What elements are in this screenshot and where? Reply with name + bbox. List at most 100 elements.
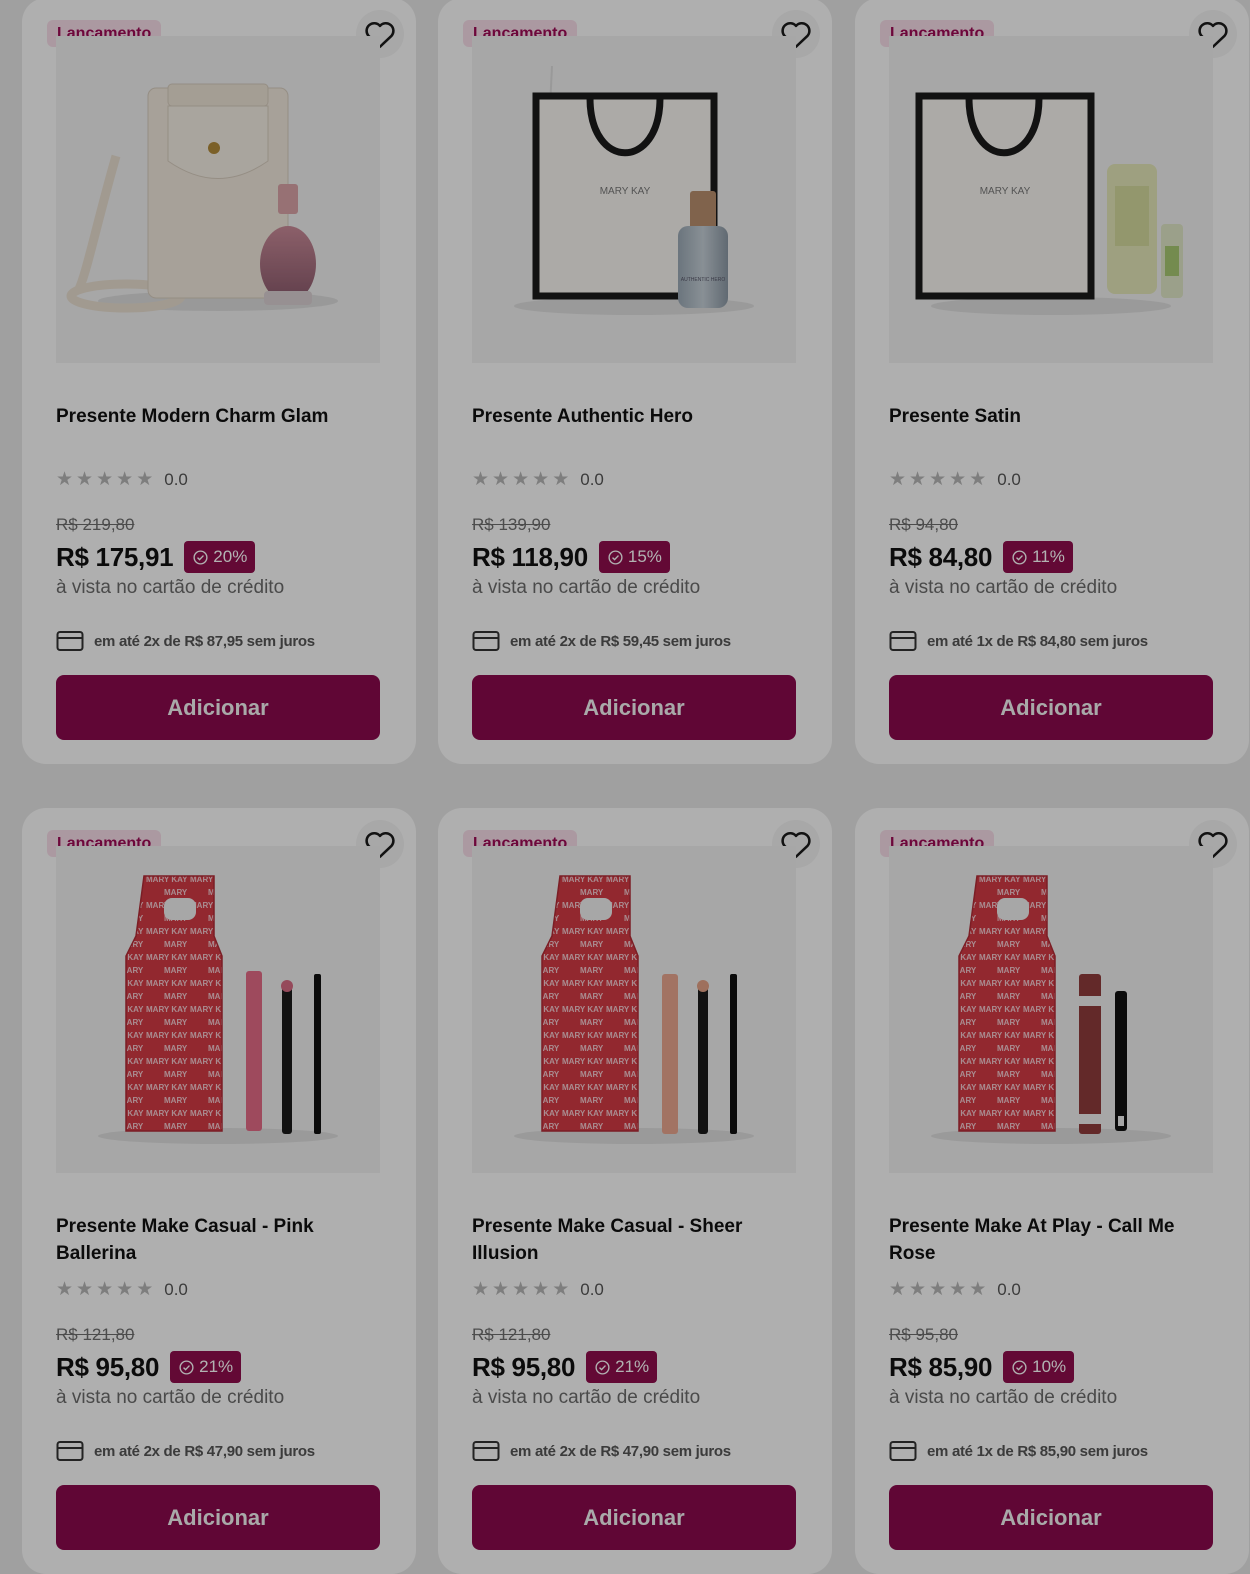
product-image[interactable] xyxy=(472,846,796,1173)
product-name[interactable]: Presente Authentic Hero xyxy=(472,403,792,430)
add-to-cart-button[interactable]: Adicionar xyxy=(56,675,380,740)
product-card[interactable]: Lançamento Presente Make Casual - Pink B… xyxy=(22,808,416,1574)
star-icon: ★ xyxy=(929,1279,947,1300)
current-price: R$ 84,80 xyxy=(889,541,993,572)
current-price: R$ 95,80 xyxy=(56,1351,160,1382)
add-to-cart-button[interactable]: Adicionar xyxy=(472,675,796,740)
payment-note: à vista no cartão de crédito xyxy=(889,577,1118,598)
star-icon: ★ xyxy=(532,1279,550,1300)
credit-card-icon xyxy=(56,631,84,651)
star-icon: ★ xyxy=(472,1279,490,1300)
product-image[interactable] xyxy=(889,846,1213,1173)
price-line: R$ 175,91 20% xyxy=(56,541,256,573)
credit-card-icon xyxy=(889,631,917,651)
discount-seal-icon xyxy=(1012,549,1027,565)
installment-text: em até 2x de R$ 59,45 sem juros xyxy=(510,632,731,650)
product-name[interactable]: Presente Make Casual - Pink Ballerina xyxy=(56,1213,376,1267)
product-rating: ★ ★ ★ ★ ★ 0.0 xyxy=(56,1280,188,1300)
installment-text: em até 2x de R$ 87,95 sem juros xyxy=(94,632,315,650)
product-image[interactable]: MARY KAY xyxy=(889,36,1213,363)
svg-text:AUTHENTIC HERO: AUTHENTIC HERO xyxy=(681,277,726,283)
star-icon: ★ xyxy=(512,1279,530,1300)
star-icon: ★ xyxy=(552,469,570,490)
payment-note: à vista no cartão de crédito xyxy=(56,577,285,598)
add-to-cart-button[interactable]: Adicionar xyxy=(56,1485,380,1550)
old-price: R$ 94,80 xyxy=(889,515,958,534)
add-to-cart-button[interactable]: Adicionar xyxy=(889,1485,1213,1550)
product-card[interactable]: Lançamento MARY KAY Presente Satin ★ ★ ★… xyxy=(855,0,1249,764)
star-icon: ★ xyxy=(889,469,907,490)
discount-value: 20% xyxy=(213,547,248,566)
old-price: R$ 95,80 xyxy=(889,1325,958,1344)
old-price: R$ 139,90 xyxy=(472,515,551,534)
product-card[interactable]: Lançamento MARY KAY AUTHENTIC HERO Prese… xyxy=(438,0,832,764)
star-icon: ★ xyxy=(969,1279,987,1300)
product-image[interactable] xyxy=(56,846,380,1173)
product-name[interactable]: Presente Satin xyxy=(889,403,1209,430)
discount-value: 10% xyxy=(1032,1357,1067,1376)
product-card[interactable]: Lançamento Presente Modern Charm Glam ★ xyxy=(22,0,416,764)
product-name[interactable]: Presente Modern Charm Glam xyxy=(56,403,376,430)
add-to-cart-button[interactable]: Adicionar xyxy=(472,1485,796,1550)
discount-value: 21% xyxy=(615,1357,650,1376)
discount-seal-icon xyxy=(1012,1359,1027,1375)
old-price: R$ 219,80 xyxy=(56,515,135,534)
credit-card-icon xyxy=(889,1441,917,1461)
discount-value: 11% xyxy=(1032,547,1065,566)
rating-value: 0.0 xyxy=(997,470,1021,489)
installment-info: em até 1x de R$ 84,80 sem juros xyxy=(889,630,1148,652)
product-grid: Lançamento Presente Modern Charm Glam ★ xyxy=(0,0,1250,1574)
star-icon: ★ xyxy=(56,469,74,490)
installment-info: em até 2x de R$ 87,95 sem juros xyxy=(56,630,315,652)
credit-card-icon xyxy=(472,1441,500,1461)
rating-value: 0.0 xyxy=(164,470,188,489)
star-icon: ★ xyxy=(889,1279,907,1300)
rating-value: 0.0 xyxy=(580,470,604,489)
payment-note: à vista no cartão de crédito xyxy=(56,1387,285,1408)
product-rating: ★ ★ ★ ★ ★ 0.0 xyxy=(472,1280,604,1300)
credit-card-icon xyxy=(472,631,500,651)
old-price: R$ 121,80 xyxy=(472,1325,551,1344)
current-price: R$ 118,90 xyxy=(472,541,588,572)
star-icon: ★ xyxy=(492,1279,510,1300)
product-name[interactable]: Presente Make Casual - Sheer Illusion xyxy=(472,1213,792,1267)
star-icon: ★ xyxy=(512,469,530,490)
product-image[interactable]: MARY KAY AUTHENTIC HERO xyxy=(472,36,796,363)
rating-value: 0.0 xyxy=(997,1280,1021,1299)
star-icon: ★ xyxy=(472,469,490,490)
price-line: R$ 95,80 21% xyxy=(56,1351,242,1383)
discount-value: 15% xyxy=(627,547,662,566)
star-icon: ★ xyxy=(949,469,967,490)
star-icon: ★ xyxy=(76,469,94,490)
star-icon: ★ xyxy=(492,469,510,490)
price-line: R$ 84,80 11% xyxy=(889,541,1073,573)
current-price: R$ 95,80 xyxy=(472,1351,576,1382)
star-icon: ★ xyxy=(96,469,114,490)
star-icon: ★ xyxy=(76,1279,94,1300)
price-line: R$ 118,90 15% xyxy=(472,541,670,573)
svg-text:MARY KAY: MARY KAY xyxy=(600,186,651,197)
product-name[interactable]: Presente Make At Play - Call Me Rose xyxy=(889,1213,1209,1267)
product-card[interactable]: Lançamento Presente Make At Play - Call … xyxy=(855,808,1249,1574)
add-to-cart-button[interactable]: Adicionar xyxy=(889,675,1213,740)
installment-text: em até 2x de R$ 47,90 sem juros xyxy=(94,1442,315,1460)
product-rating: ★ ★ ★ ★ ★ 0.0 xyxy=(889,1280,1021,1300)
product-image[interactable] xyxy=(56,36,380,363)
product-card[interactable]: Lançamento Presente Make Casual - Sheer … xyxy=(438,808,832,1574)
installment-info: em até 2x de R$ 47,90 sem juros xyxy=(56,1440,315,1462)
product-rating: ★ ★ ★ ★ ★ 0.0 xyxy=(889,470,1021,490)
discount-badge: 20% xyxy=(184,541,256,573)
rating-value: 0.0 xyxy=(164,1280,188,1299)
discount-badge: 10% xyxy=(1003,1351,1075,1383)
price-line: R$ 85,90 10% xyxy=(889,1351,1075,1383)
discount-badge: 21% xyxy=(170,1351,242,1383)
installment-text: em até 1x de R$ 84,80 sem juros xyxy=(927,632,1148,650)
payment-note: à vista no cartão de crédito xyxy=(472,577,701,598)
payment-note: à vista no cartão de crédito xyxy=(472,1387,701,1408)
old-price: R$ 121,80 xyxy=(56,1325,135,1344)
product-rating: ★ ★ ★ ★ ★ 0.0 xyxy=(56,470,188,490)
svg-text:MARY KAY: MARY KAY xyxy=(980,186,1031,197)
installment-text: em até 1x de R$ 85,90 sem juros xyxy=(927,1442,1148,1460)
star-icon: ★ xyxy=(56,1279,74,1300)
star-icon: ★ xyxy=(136,469,154,490)
